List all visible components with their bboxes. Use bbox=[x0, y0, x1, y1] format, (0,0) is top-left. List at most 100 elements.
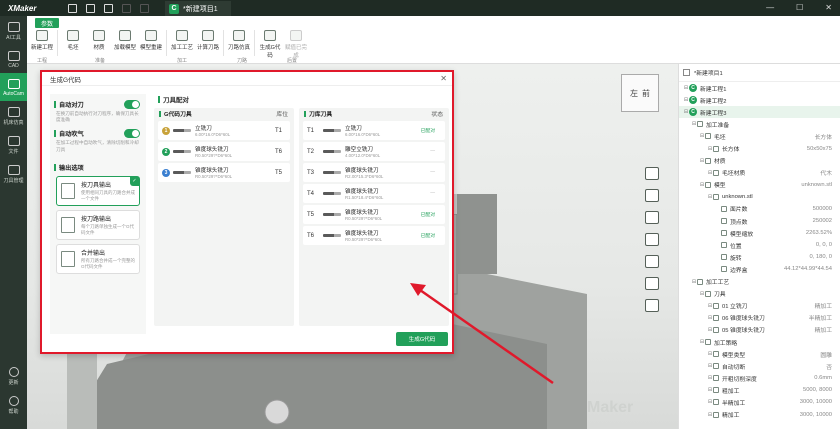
load-model-button[interactable]: 加载模型 bbox=[112, 30, 138, 59]
tree-node[interactable]: 位置 0, 0, 0 bbox=[679, 239, 840, 251]
model-rebuild-button[interactable]: 模型重建 bbox=[138, 30, 164, 59]
tree-node[interactable]: 面片数 500000 bbox=[679, 203, 840, 215]
tree-node[interactable]: ⊟ 精加工 3000, 10000 bbox=[679, 409, 840, 421]
tree-node[interactable]: ⊟ 加工准备 bbox=[679, 118, 840, 130]
tab-params[interactable]: 参数 bbox=[35, 18, 60, 28]
update-icon bbox=[8, 367, 19, 377]
tree-node[interactable]: ⊟ unknown.stl bbox=[679, 191, 840, 203]
maximize-button[interactable]: ☐ bbox=[796, 3, 803, 12]
tool-id: T2 bbox=[307, 148, 315, 155]
new-project-button[interactable]: 新建工程 bbox=[29, 30, 55, 59]
sidebar-item-cad[interactable]: CAD bbox=[0, 45, 27, 73]
library-tool-row[interactable]: T5 锥度球头铣刀 R0.50*29?*D6*60L 已配对 bbox=[303, 205, 445, 224]
tree-node-label: 自动切断 bbox=[722, 364, 746, 371]
gcode-tool-row[interactable]: 2 锥度球头铣刀 R0.50*29?*D6*60L T6 bbox=[158, 142, 290, 161]
collapse-icon[interactable] bbox=[683, 69, 690, 76]
document-tab[interactable]: C *新建项目1 bbox=[165, 1, 231, 16]
view-iso-icon[interactable] bbox=[645, 211, 659, 224]
auto-blow-toggle[interactable] bbox=[124, 129, 140, 139]
tree-node[interactable]: ⊟ 05 锥度球头铣刀 精加工 bbox=[679, 324, 840, 336]
sidebar-item-cam[interactable]: AutoCam bbox=[0, 73, 27, 101]
tree-node[interactable]: ⊟ 01 立铣刀 精加工 bbox=[679, 300, 840, 312]
path-sim-button[interactable]: 刀路仿真 bbox=[226, 30, 252, 59]
sidebar-item-file[interactable]: 文件 bbox=[0, 130, 27, 159]
tree-node[interactable]: ⊟ C 新建工程1 bbox=[679, 82, 840, 94]
tree-node[interactable]: ⊟ C 新建工程3 bbox=[679, 106, 840, 119]
tree-node[interactable]: ⊟ 06 锥度球头铣刀 半精加工 bbox=[679, 312, 840, 324]
tree-node[interactable]: ⊟ 加工策略 bbox=[679, 336, 840, 348]
tree-node[interactable]: ⊟ 加工工艺 bbox=[679, 276, 840, 288]
dialog-close-button[interactable]: ✕ bbox=[440, 74, 447, 83]
axis-icon[interactable] bbox=[645, 233, 659, 246]
material-button[interactable]: 材质 bbox=[86, 30, 112, 59]
gcode-tool-row[interactable]: 1 立铣刀 6.00*16.0*D6*60L T1 bbox=[158, 121, 290, 140]
tree-node[interactable]: ⊟ 毛坯 长方体 bbox=[679, 130, 840, 142]
tree-node[interactable]: ⊟ 半精加工 3000, 10000 bbox=[679, 396, 840, 408]
assign-button[interactable]: 赋值已完成 bbox=[283, 30, 309, 59]
library-tool-row[interactable]: T6 锥度球头铣刀 R0.50*29?*D6*60L 已配对 bbox=[303, 226, 445, 245]
pairing-status: 已配对 bbox=[420, 213, 435, 218]
output-option-card[interactable]: 按刀路输出 每个刀路单独生成一个G代码文件 bbox=[56, 209, 140, 240]
gcode-tool-row[interactable]: 3 锥度球头铣刀 R0.50*29?*D6*60L T5 bbox=[158, 163, 290, 182]
generate-gcode-button[interactable]: 生成G代码 bbox=[396, 332, 448, 346]
view-cube-front-face[interactable]: 前 bbox=[642, 88, 650, 99]
view-cube[interactable]: 左 前 bbox=[621, 74, 659, 112]
close-window-button[interactable]: ✕ bbox=[825, 3, 832, 12]
measure-icon[interactable] bbox=[645, 299, 659, 312]
tree-node[interactable]: ⊟ 自动切断否 bbox=[679, 360, 840, 372]
sidebar-item-update[interactable]: 更新 bbox=[0, 361, 27, 390]
sidebar-item-label: AI工具 bbox=[6, 35, 21, 41]
sidebar-item-tool-manage[interactable]: 刀具管理 bbox=[0, 159, 27, 188]
tool-spec: R0.50*29?*D6*60L bbox=[345, 237, 383, 242]
process-button[interactable]: 加工工艺 bbox=[169, 30, 195, 59]
redo-icon[interactable] bbox=[140, 3, 149, 13]
output-option-card[interactable]: 按刀具输出 使用相同刀具的刀路合并成一个文件 bbox=[56, 175, 140, 206]
new-project-icon bbox=[36, 30, 48, 41]
sidebar-item-help[interactable]: 帮助 bbox=[0, 390, 27, 419]
open-folder-icon[interactable] bbox=[86, 3, 95, 13]
calc-path-button[interactable]: 计算刀路 bbox=[195, 30, 221, 59]
library-tool-row[interactable]: T3 锥度球头铣刀 R2.00*15.3*D6*60L — bbox=[303, 163, 445, 182]
node-icon bbox=[705, 157, 711, 164]
tree-node[interactable]: ⊟ 刀具 bbox=[679, 288, 840, 300]
calc-path-icon bbox=[202, 30, 214, 41]
tree-node[interactable]: ⊟ 毛坯材质 代木 bbox=[679, 167, 840, 179]
tree-node[interactable]: 模型缩放 2263.52% bbox=[679, 227, 840, 239]
library-tool-row[interactable]: T4 锥度球头铣刀 R1.50*18.4*D6*60L — bbox=[303, 184, 445, 203]
tree-node[interactable]: ⊟ C 新建工程2 bbox=[679, 94, 840, 106]
library-tool-row[interactable]: T2 雕空立铣刀 4.00*12.0*D6*60L — bbox=[303, 142, 445, 161]
tree-node[interactable]: 顶点数 250002 bbox=[679, 215, 840, 227]
tree-node[interactable]: ⊟ 模型类型 圆雕 bbox=[679, 348, 840, 360]
library-tool-row[interactable]: T1 立铣刀 6.00*16.0*D6*60L 已配对 bbox=[303, 121, 445, 140]
save-icon[interactable] bbox=[104, 3, 113, 13]
tree-node[interactable]: ⊟ 粗加工 5000, 8000 bbox=[679, 384, 840, 396]
auto-tool-toggle[interactable] bbox=[124, 100, 140, 109]
ribbon-button-label: 计算刀路 bbox=[196, 45, 219, 51]
tree-node[interactable]: ⊟ 材质 bbox=[679, 155, 840, 167]
library-tools-title: 刀库刀具 bbox=[309, 112, 333, 118]
ribbon-button-label: 刀路仿真 bbox=[227, 45, 250, 51]
sidebar-item-machine-sim[interactable]: 机床仿真 bbox=[0, 101, 27, 130]
new-file-icon[interactable] bbox=[68, 3, 77, 13]
view-reset-icon[interactable] bbox=[645, 167, 659, 180]
tree-node[interactable]: 边界盒 44.12*44.99*44.54 bbox=[679, 263, 840, 275]
tree-node-value: 半精加工 bbox=[808, 316, 832, 323]
gcode-button[interactable]: 生成G代码 bbox=[257, 30, 283, 59]
tree-node[interactable]: ⊟ 长方体 50x50x75 bbox=[679, 142, 840, 154]
view-cube-left-face[interactable]: 左 bbox=[630, 88, 638, 99]
tree-node[interactable]: ⊟ 开粗切削深度 0.6mm bbox=[679, 372, 840, 384]
minimize-button[interactable]: — bbox=[766, 3, 774, 12]
tree-node[interactable]: ⊟ 模型 unknown.stl bbox=[679, 179, 840, 191]
output-option-card[interactable]: 合并输出 所有刀路合并成一个完整的G代码文件 bbox=[56, 243, 140, 274]
sidebar-item-ai-tool[interactable]: AI工具 bbox=[0, 16, 27, 45]
node-icon bbox=[705, 133, 711, 140]
tree-node[interactable]: 旋转 0, 180, 0 bbox=[679, 251, 840, 263]
shading-icon[interactable] bbox=[645, 255, 659, 268]
tool-name: 雕空立铣刀 bbox=[345, 147, 373, 153]
gcode-tools-panel: G代码刀具 库位 1 立铣刀 6.00*16.0*D6*60L T1 2 锥度球头铣刀 R0.… bbox=[154, 108, 294, 326]
node-icon bbox=[713, 399, 719, 406]
view-front-icon[interactable] bbox=[645, 189, 659, 202]
undo-icon[interactable] bbox=[122, 3, 131, 13]
blank-button[interactable]: 毛坯 bbox=[60, 30, 86, 59]
display-icon[interactable] bbox=[645, 277, 659, 290]
